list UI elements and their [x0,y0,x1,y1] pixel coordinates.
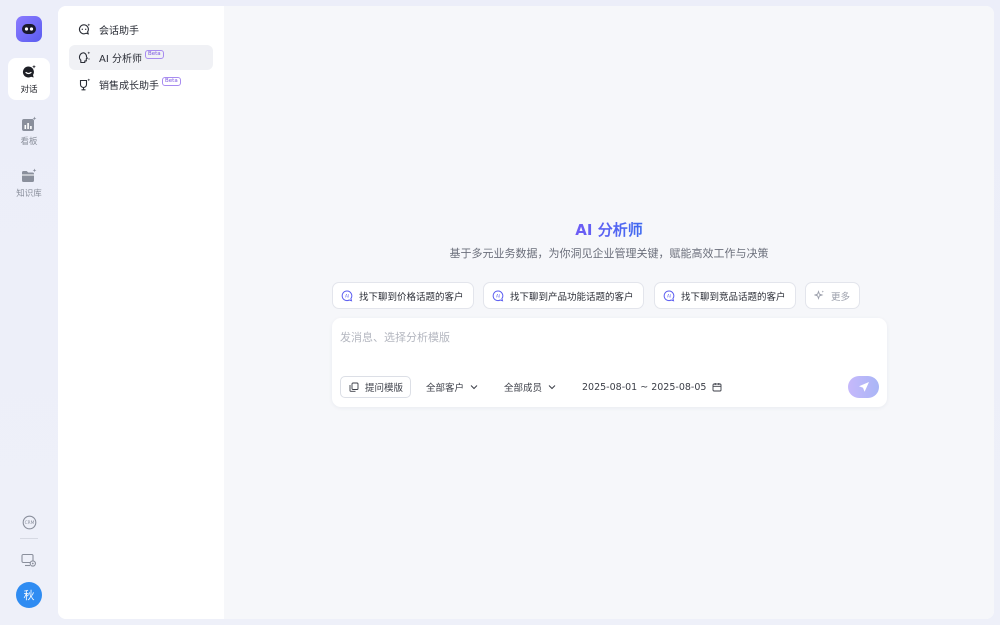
question-template-button[interactable]: 提问模版 [340,376,412,398]
left-rail: 对话 看板 知识库 CRM 秋 [0,0,58,625]
monitor-gear-icon [21,553,36,567]
subnav-item-chat-assistant[interactable]: 会话助手 [69,17,213,42]
sparkle-icon [814,290,824,300]
crm-button[interactable]: CRM [20,513,38,531]
subnav-item-label: 销售成长助手 [99,81,159,92]
crm-icon: CRM [22,515,36,529]
main-area: AI 分析师 基于多元业务数据，为你洞见企业管理关键，赋能高效工作与决策 AI … [224,6,994,619]
content-panel: 会话助手 AI 分析师 Beta 销售成长助手 Beta AI 分析师 基于多元… [58,6,994,619]
customer-filter-label: 全部客户 [426,383,465,394]
chat-assistant-icon [78,23,91,35]
page-title: AI 分析师 [224,219,994,240]
app-logo[interactable] [16,16,42,42]
svg-text:AI: AI [496,293,500,298]
rail-item-label: 对话 [20,84,38,95]
app-window: 对话 看板 知识库 CRM 秋 会话助手 AI 分析师 Beta 销售成长助手 … [0,0,1000,625]
beta-badge: Beta [162,76,181,86]
copy-icon [349,382,359,392]
crm-text: CRM [24,520,34,526]
message-input[interactable] [340,326,840,348]
send-button[interactable] [848,376,879,398]
page-subtitle: 基于多元业务数据，为你洞见企业管理关键，赋能高效工作与决策 [449,247,769,260]
rail-item-knowledge-base[interactable]: 知识库 [8,162,50,204]
subnav-item-label: 会话助手 [99,26,139,37]
member-filter-label: 全部成员 [504,383,543,394]
subnav-item-sales-coach[interactable]: 销售成长助手 Beta [69,72,213,97]
robot-icon [22,24,36,34]
date-range-label: 2025-08-01 ~ 2025-08-05 [582,381,707,393]
more-label: 更多 [831,291,851,303]
folder-sparkle-icon [22,168,37,182]
subnav-item-ai-analyst[interactable]: AI 分析师 Beta [69,45,213,70]
chart-sparkle-icon [22,116,37,131]
customer-filter-dropdown[interactable]: 全部客户 [426,376,478,398]
rail-item-label: 看板 [20,136,38,147]
chat-sparkle-icon [22,64,36,77]
message-composer: 提问模版 全部客户 全部成员 2025-08-01 ~ 2025-08-05 [332,318,887,407]
rail-divider [20,538,38,539]
rail-item-label: 知识库 [16,188,42,199]
member-filter-dropdown[interactable]: 全部成员 [504,376,556,398]
date-range-picker[interactable]: 2025-08-01 ~ 2025-08-05 [582,376,722,398]
rail-item-chat[interactable]: 对话 [8,58,50,100]
suggestion-label: 找下聊到价格话题的客户 [359,291,464,303]
send-icon [858,382,869,392]
svg-text:AI: AI [345,293,349,298]
beta-badge: Beta [144,49,164,59]
settings-button[interactable] [20,551,38,569]
sub-nav: 会话助手 AI 分析师 Beta 销售成长助手 Beta [58,6,224,619]
rail-item-dashboard[interactable]: 看板 [8,110,50,152]
suggestion-chip[interactable]: AI 找下聊到价格话题的客户 [332,282,474,309]
subnav-item-label: AI 分析师 [99,54,142,65]
user-avatar[interactable]: 秋 [16,582,42,608]
chevron-down-icon [470,385,478,390]
ai-bubble-icon: AI [341,289,353,301]
more-suggestions-button[interactable]: 更多 [805,282,861,309]
suggestion-label: 找下聊到产品功能话题的客户 [510,291,634,303]
page-title-text: AI 分析师 [575,221,643,239]
template-label: 提问模版 [365,383,404,394]
svg-text:AI: AI [667,293,671,298]
calendar-icon [712,383,722,392]
suggestion-chip[interactable]: AI 找下聊到竞品话题的客户 [654,282,796,309]
sales-growth-icon [79,78,91,91]
analyst-icon [78,51,91,64]
ai-bubble-icon: AI [663,289,675,301]
suggestion-chip[interactable]: AI 找下聊到产品功能话题的客户 [483,282,644,309]
chevron-down-icon [548,385,556,390]
suggestion-label: 找下聊到竞品话题的客户 [681,291,786,303]
ai-bubble-icon: AI [492,289,504,301]
